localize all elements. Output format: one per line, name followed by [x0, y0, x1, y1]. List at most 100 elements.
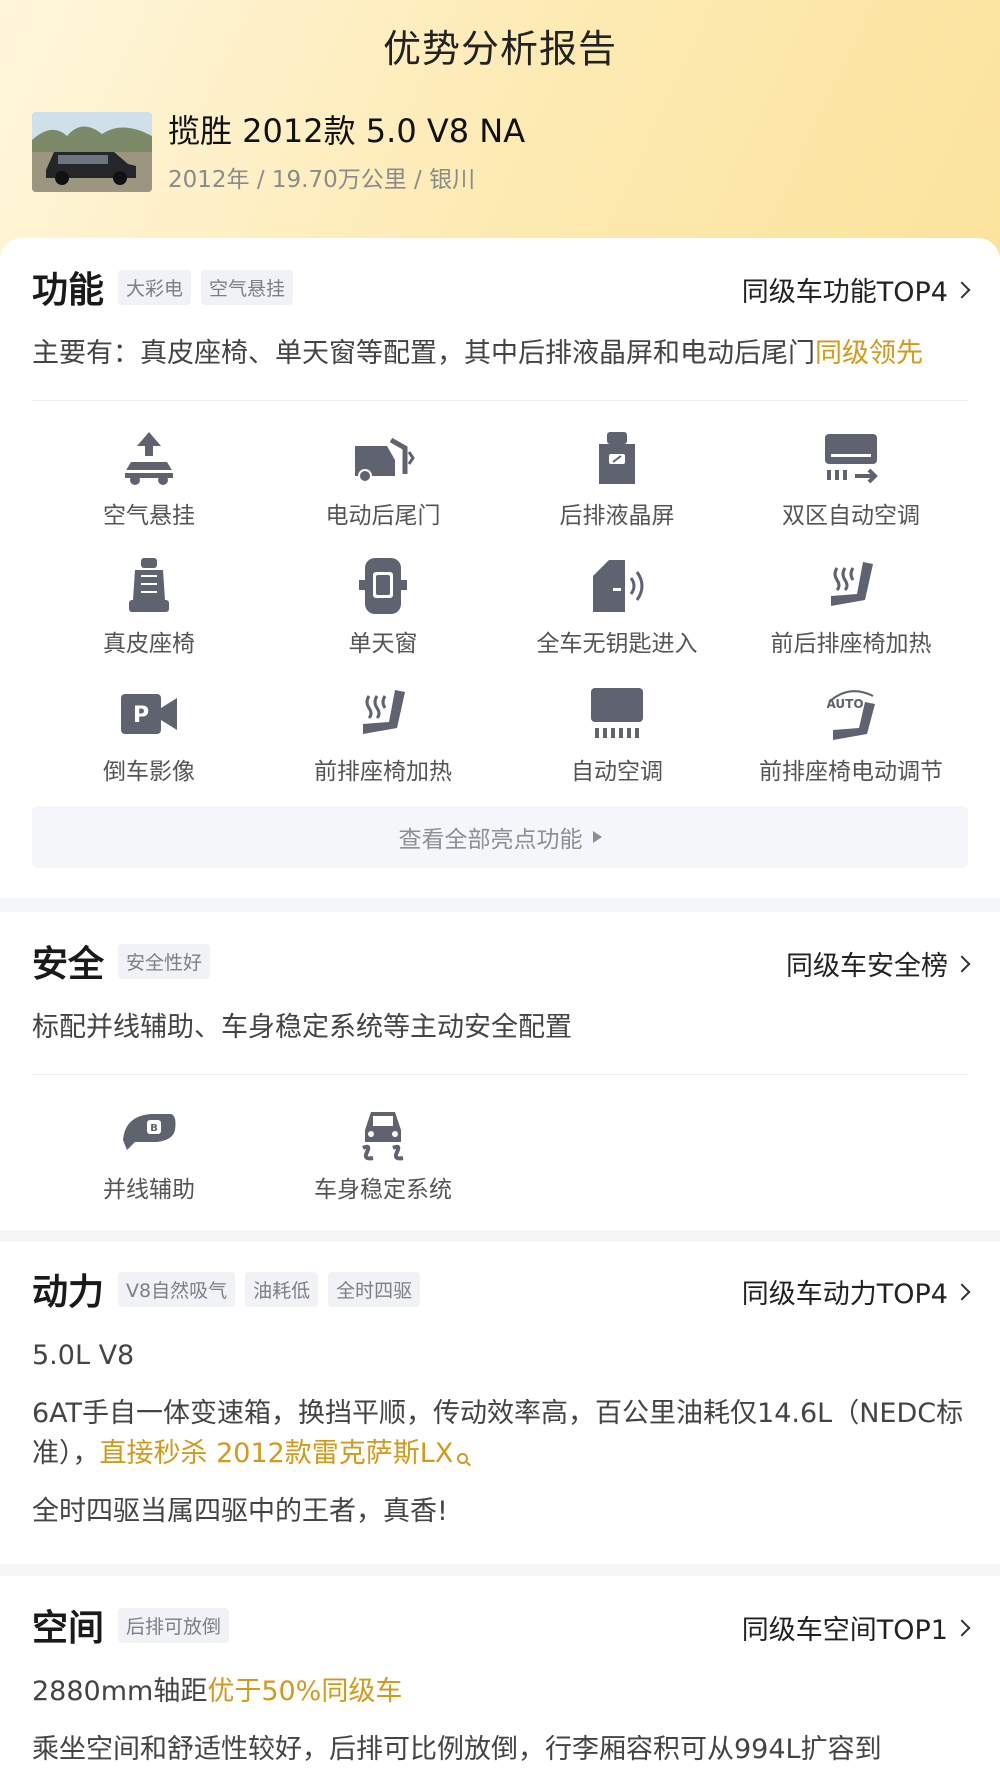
tag: 油耗低 [245, 1271, 319, 1307]
chevron-right-icon [953, 281, 971, 298]
blind-spot-icon: B [123, 1114, 176, 1150]
page-title: 优势分析报告 [382, 27, 617, 71]
feature-item[interactable]: 后排液晶屏 [500, 426, 734, 530]
function-section: 功能 大彩电 空气悬挂 同级车功能TOP4 主要有：真皮座椅、单天窗等配置，其中… [0, 238, 1000, 898]
tag: 安全性好 [118, 943, 211, 979]
feature-label: 前后排座椅加热 [770, 631, 932, 657]
feature-label: 单天窗 [348, 631, 418, 657]
sunroof-icon [359, 558, 407, 614]
tag: 后排可放倒 [118, 1607, 230, 1643]
feature-label: 电动后尾门 [325, 503, 441, 529]
power-seat-icon: AUTO [826, 690, 875, 740]
chevron-right-icon [953, 1283, 971, 1300]
safety-feature-grid: B 并线辅助 车身稳定系统 [32, 1100, 968, 1204]
section-title: 安全 [32, 944, 105, 985]
esp-icon [362, 1112, 404, 1161]
car-meta: 2012年 / 19.70万公里 / 银川 [168, 167, 476, 193]
feature-label: 车身稳定系统 [314, 1177, 452, 1203]
power-section: 动力 V8自然吸气 油耗低 全时四驱 同级车动力TOP4 5.0L V8 6AT… [0, 1242, 1000, 1564]
function-rank-link[interactable]: 同级车功能TOP4 [741, 270, 971, 309]
feature-item[interactable]: 前后排座椅加热 [734, 554, 968, 658]
feature-item[interactable]: P 倒车影像 [32, 682, 266, 786]
feature-label: 双区自动空调 [782, 503, 920, 529]
divider [32, 400, 968, 401]
view-all-label: 查看全部亮点功能 [398, 827, 583, 853]
feature-grid: 空气悬挂 电动后尾门 后排液晶屏 双区自动空调 真皮座椅 单天窗 全车无钥匙进入… [32, 426, 968, 786]
function-header: 功能 大彩电 空气悬挂 同级车功能TOP4 [32, 262, 971, 312]
power-rank-link[interactable]: 同级车动力TOP4 [741, 1272, 971, 1311]
engine-spec: 5.0L V8 [32, 1340, 135, 1371]
feature-label: 后排液晶屏 [559, 503, 675, 529]
drive-description: 全时四驱当属四驱中的王者，真香! [32, 1496, 448, 1527]
link-label: 同级车空间TOP1 [741, 1615, 948, 1646]
search-icon [457, 1453, 469, 1464]
feature-label: 自动空调 [571, 759, 663, 785]
safety-header: 安全 安全性好 同级车安全榜 [32, 936, 971, 986]
rear-screen-icon [599, 432, 635, 484]
p-letter: P [133, 703, 149, 728]
feature-label: 全车无钥匙进入 [536, 631, 698, 657]
feature-item[interactable]: 电动后尾门 [266, 426, 500, 530]
feature-item[interactable]: 自动空调 [500, 682, 734, 786]
feature-label: 前排座椅电动调节 [759, 759, 943, 785]
power-tailgate-icon [355, 437, 415, 483]
section-title: 空间 [32, 1608, 105, 1649]
safety-section: 安全 安全性好 同级车安全榜 标配并线辅助、车身稳定系统等主动安全配置 B 并线… [0, 912, 1000, 1230]
tag: 全时四驱 [328, 1271, 421, 1307]
feature-item[interactable]: 真皮座椅 [32, 554, 266, 658]
section-title: 动力 [32, 1272, 105, 1313]
feature-label: 倒车影像 [103, 759, 195, 785]
link-label: 同级车安全榜 [786, 951, 948, 982]
safety-description: 标配并线辅助、车身稳定系统等主动安全配置 [32, 1012, 572, 1043]
section-title: 功能 [32, 270, 105, 311]
feature-label: 前排座椅加热 [314, 759, 452, 785]
wheelbase-text: 2880mm轴距 [32, 1676, 208, 1707]
dual-zone-ac-icon [825, 434, 878, 484]
play-arrow-icon [592, 831, 602, 843]
highlight-text: 同级领先 [815, 338, 923, 369]
space-description: 乘坐空间和舒适性较好，后排可比例放倒，行李厢容积可从994L扩容到 [32, 1734, 882, 1765]
space-section: 空间 后排可放倒 同级车空间TOP1 2880mm轴距优于50%同级车 乘坐空间… [0, 1576, 1000, 1777]
tag: 空气悬挂 [201, 269, 294, 305]
auto-ac-icon [591, 688, 643, 738]
tag: 大彩电 [118, 269, 192, 305]
air-suspension-icon [119, 432, 179, 485]
link-label: 同级车动力TOP4 [741, 1279, 948, 1310]
function-description: 主要有：真皮座椅、单天窗等配置，其中后排液晶屏和电动后尾门同级领先 [32, 334, 968, 374]
link-label: 同级车功能TOP4 [741, 277, 948, 308]
car-name: 揽胜 2012款 5.0 V8 NA [168, 112, 526, 150]
feature-item[interactable]: 全车无钥匙进入 [500, 554, 734, 658]
safety-rank-link[interactable]: 同级车安全榜 [786, 944, 971, 983]
svg-text:B: B [150, 1123, 158, 1134]
chevron-right-icon [953, 955, 971, 972]
highlight-text: 优于50%同级车 [207, 1676, 403, 1707]
seat-heating-all-icon [831, 562, 873, 606]
feature-item[interactable]: 车身稳定系统 [266, 1100, 500, 1204]
car-thumbnail[interactable] [32, 112, 152, 192]
feature-item[interactable]: AUTO 前排座椅电动调节 [734, 682, 968, 786]
chevron-right-icon [953, 1619, 971, 1636]
wheelbase-info: 2880mm轴距优于50%同级车 [32, 1672, 968, 1712]
competitor-label: 直接秒杀 2012款雷克萨斯LX [99, 1438, 454, 1469]
view-all-features-button[interactable]: 查看全部亮点功能 [32, 806, 968, 868]
keyless-entry-icon [593, 560, 644, 612]
leather-seat-icon [129, 558, 169, 612]
feature-label: 并线辅助 [103, 1177, 195, 1203]
divider [32, 1074, 968, 1075]
space-header: 空间 后排可放倒 同级车空间TOP1 [32, 1600, 971, 1650]
feature-item[interactable]: B 并线辅助 [32, 1100, 266, 1204]
competitor-link[interactable]: 直接秒杀 2012款雷克萨斯LX [100, 1438, 469, 1469]
feature-label: 空气悬挂 [103, 503, 195, 529]
feature-item[interactable]: 前排座椅加热 [266, 682, 500, 786]
auto-text: AUTO [826, 697, 863, 711]
reverse-camera-icon: P [121, 694, 177, 734]
power-header: 动力 V8自然吸气 油耗低 全时四驱 同级车动力TOP4 [32, 1264, 971, 1314]
tag: V8自然吸气 [118, 1271, 236, 1307]
feature-item[interactable]: 单天窗 [266, 554, 500, 658]
feature-item[interactable]: 空气悬挂 [32, 426, 266, 530]
description-text: 主要有：真皮座椅、单天窗等配置，其中后排液晶屏和电动后尾门 [32, 338, 815, 369]
space-rank-link[interactable]: 同级车空间TOP1 [741, 1608, 971, 1647]
power-description: 6AT手自一体变速箱，换挡平顺，传动效率高，百公里油耗仅14.6L（NEDC标准… [32, 1394, 968, 1474]
feature-item[interactable]: 双区自动空调 [734, 426, 968, 530]
feature-label: 真皮座椅 [103, 631, 195, 657]
